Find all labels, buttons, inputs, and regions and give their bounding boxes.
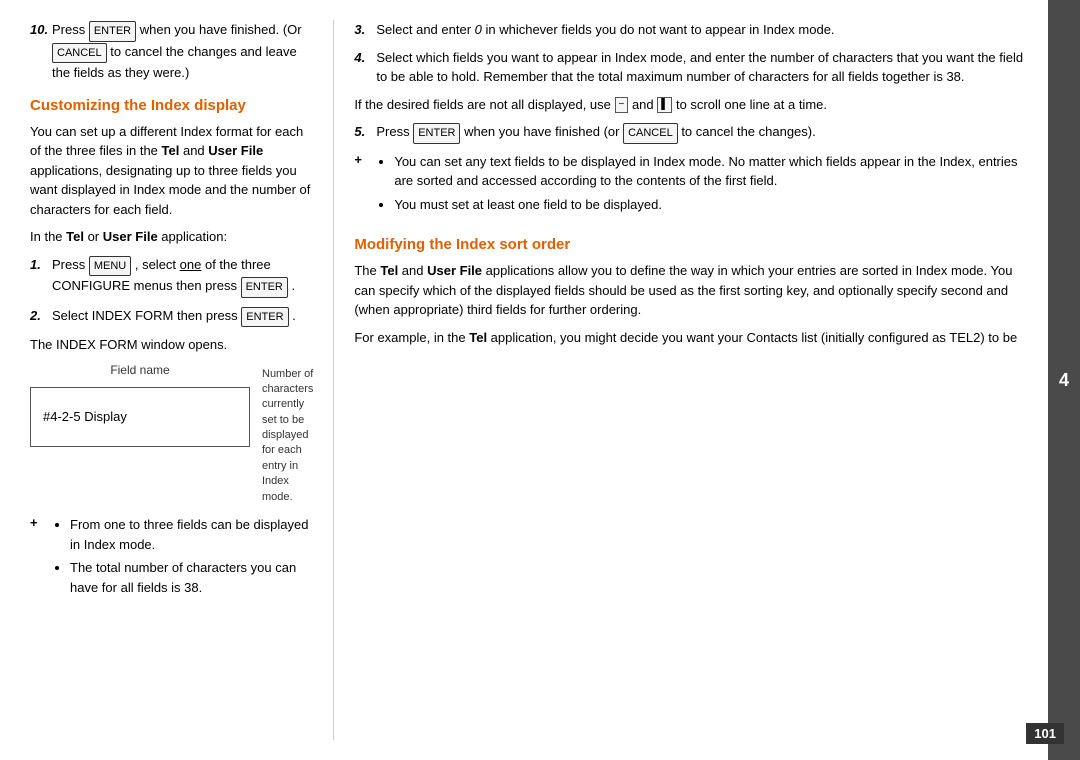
step-2-content: Select INDEX FORM then press ENTER .	[52, 306, 313, 328]
step-2-num: 2.	[30, 306, 52, 328]
plus-symbol-right: +	[354, 152, 368, 223]
step-1-content: Press MENU , select one of the three CON…	[52, 255, 313, 298]
step-5-content: Press ENTER when you have finished (or C…	[376, 122, 1025, 144]
tab-bar: 4	[1048, 0, 1080, 760]
step-2: 2. Select INDEX FORM then press ENTER .	[30, 306, 313, 328]
page-number: 101	[1026, 723, 1064, 744]
menu-key: MENU	[89, 256, 131, 277]
bullet-list: From one to three fields can be displaye…	[70, 515, 313, 597]
index-form-left: Field name #4-2-5 Display	[30, 363, 250, 455]
right-tab-area: 3. Select and enter 0 in whichever field…	[334, 20, 1080, 740]
plus-bullet-right: + You can set any text fields to be disp…	[354, 152, 1025, 223]
step-1: 1. Press MENU , select one of the three …	[30, 255, 313, 298]
section2-title: Modifying the Index sort order	[354, 236, 1025, 253]
step-3: 3. Select and enter 0 in whichever field…	[354, 20, 1025, 40]
scroll-icons: −	[615, 97, 629, 113]
section2-para1: The Tel and User File applications allow…	[354, 261, 1025, 320]
scroll-icons-right: ▌	[657, 97, 672, 113]
right-bullet-1: You can set any text fields to be displa…	[394, 152, 1025, 191]
plus-symbol: +	[30, 515, 44, 605]
section2-para2: For example, in the Tel application, you…	[354, 328, 1025, 348]
plus-bullet-section: + From one to three fields can be displa…	[30, 515, 313, 605]
scroll-icon-left: −	[615, 97, 629, 113]
left-column: 10. Press ENTER when you have finished. …	[20, 20, 334, 740]
step-10-content: Press ENTER when you have finished. (Or …	[52, 20, 313, 83]
enter-key-10: ENTER	[89, 21, 136, 42]
cancel-key-10: CANCEL	[52, 43, 107, 64]
step-10: 10. Press ENTER when you have finished. …	[30, 20, 313, 83]
bullet-2: The total number of characters you can h…	[70, 558, 313, 597]
plus-content-right: You can set any text fields to be displa…	[374, 152, 1025, 223]
tab-number: 4	[1059, 370, 1069, 391]
field-name-label: Field name	[110, 363, 169, 377]
scroll-icon-right: ▌	[657, 97, 672, 113]
index-form-display: #4-2-5 Display	[43, 409, 127, 424]
bullet-1: From one to three fields can be displaye…	[70, 515, 313, 554]
index-form-wrapper: Field name #4-2-5 Display Number of char…	[30, 363, 313, 506]
scroll-line: If the desired fields are not all displa…	[354, 95, 1025, 115]
step-1-num: 1.	[30, 255, 52, 298]
right-bullet-2: You must set at least one field to be di…	[394, 195, 1025, 215]
step-3-content: Select and enter 0 in whichever fields y…	[376, 20, 1025, 40]
index-form-box: #4-2-5 Display	[30, 387, 250, 447]
section1-intro: You can set up a different Index format …	[30, 122, 313, 220]
step-4-content: Select which fields you want to appear i…	[376, 48, 1025, 87]
opens-text: The INDEX FORM window opens.	[30, 335, 313, 355]
content-area: 10. Press ENTER when you have finished. …	[0, 0, 1080, 760]
cancel-key-5: CANCEL	[623, 123, 678, 144]
step-4-num: 4.	[354, 48, 376, 87]
page-container: 10. Press ENTER when you have finished. …	[0, 0, 1080, 760]
side-note: Number of characters currently set to be…	[262, 367, 313, 506]
step-3-num: 3.	[354, 20, 376, 40]
plus-content: From one to three fields can be displaye…	[50, 515, 313, 605]
enter-key-2: ENTER	[241, 307, 288, 328]
bullet-list-right: You can set any text fields to be displa…	[394, 152, 1025, 215]
enter-key-5: ENTER	[413, 123, 460, 144]
enter-key-1: ENTER	[241, 277, 288, 298]
step-5: 5. Press ENTER when you have finished (o…	[354, 122, 1025, 144]
step-4: 4. Select which fields you want to appea…	[354, 48, 1025, 87]
in-tel-label: In the Tel or User File application:	[30, 227, 313, 247]
step-5-num: 5.	[354, 122, 376, 144]
step-10-num: 10.	[30, 20, 52, 83]
right-column: 3. Select and enter 0 in whichever field…	[334, 20, 1040, 740]
section1-title: Customizing the Index display	[30, 97, 313, 114]
